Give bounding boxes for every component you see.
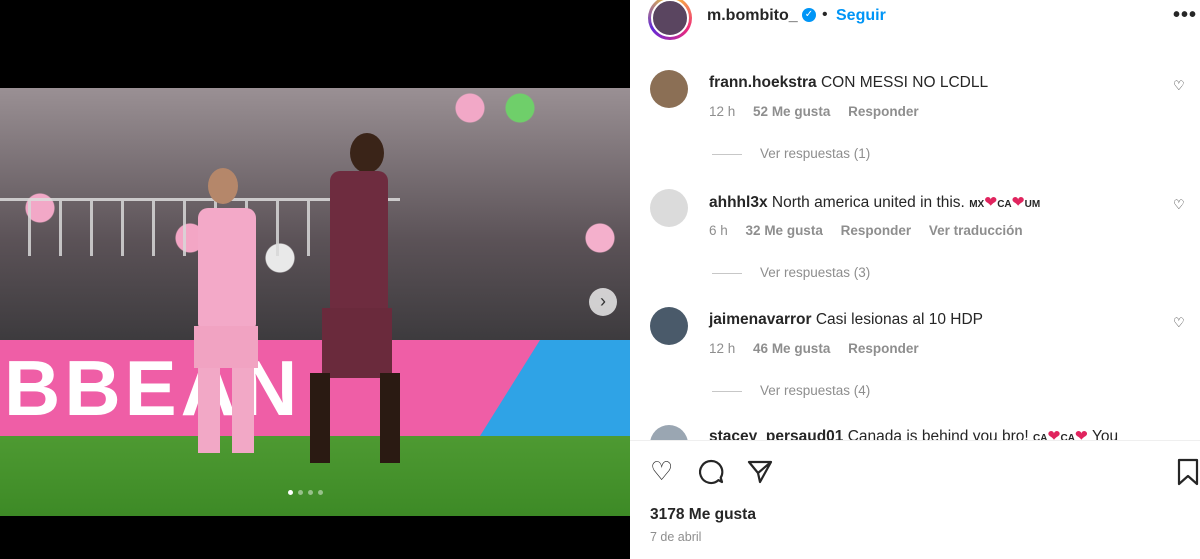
chevron-right-icon: › <box>600 291 606 311</box>
view-replies-label: Ver respuestas (3) <box>760 265 871 280</box>
commenter-username[interactable]: frann.hoekstra <box>709 74 817 91</box>
reply-button[interactable]: Responder <box>848 341 919 356</box>
carousel-dot <box>318 490 323 495</box>
follow-button[interactable]: Seguir <box>836 7 886 25</box>
header-separator: • <box>822 6 828 23</box>
carousel-dot <box>288 490 293 495</box>
post-sidebar: m.bombito_ ✓ • Seguir ••• frann.hoekstra… <box>630 0 1200 559</box>
comment-text: frann.hoekstra CON MESSI NO LCDLL <box>709 74 988 92</box>
flag-emoji: CA <box>1060 433 1075 440</box>
more-options-icon[interactable]: ••• <box>1173 4 1197 27</box>
comment-like-icon[interactable]: ♡ <box>1173 78 1185 94</box>
reply-button[interactable]: Responder <box>848 104 919 119</box>
author-avatar[interactable] <box>648 0 692 40</box>
view-replies-button[interactable]: Ver respuestas (1) <box>712 146 870 161</box>
comment-bubble-icon[interactable] <box>697 458 725 490</box>
translate-button[interactable]: Ver traducción <box>929 223 1023 238</box>
comment-meta: 12 h 46 Me gusta Responder <box>709 341 933 356</box>
view-replies-label: Ver respuestas (1) <box>760 146 871 161</box>
comment-text: stacey_persaud01 Canada is behind you br… <box>709 427 1118 440</box>
paper-plane-icon[interactable] <box>746 458 774 490</box>
carousel-dot <box>298 490 303 495</box>
commenter-avatar[interactable] <box>650 307 688 345</box>
commenter-avatar[interactable] <box>650 70 688 108</box>
comment-time: 12 h <box>709 104 736 119</box>
view-replies-label: Ver respuestas (4) <box>760 383 871 398</box>
post-photo[interactable]: BBEAN <box>0 88 630 516</box>
comment-body: North america united in this. <box>771 194 965 211</box>
post-media-area: BBEAN › <box>0 0 630 559</box>
heart-outline-icon[interactable]: ♡ <box>650 458 673 484</box>
comment-likes[interactable]: 32 Me gusta <box>746 223 823 238</box>
commenter-avatar[interactable] <box>650 425 688 440</box>
post-header: m.bombito_ ✓ • Seguir ••• <box>630 0 1200 42</box>
red-heart-icon: ❤ <box>1074 428 1088 440</box>
comment-meta: 6 h 32 Me gusta Responder Ver traducción <box>709 223 1037 238</box>
red-heart-icon: ❤ <box>984 194 998 211</box>
flag-emoji: UM <box>1024 199 1041 210</box>
comment-time: 12 h <box>709 341 736 356</box>
comment-body: Canada is behind you bro! <box>847 428 1029 440</box>
comment-likes[interactable]: 52 Me gusta <box>753 104 830 119</box>
bookmark-icon[interactable] <box>1176 458 1200 490</box>
comment-text: ahhhl3x North america united in this. MX… <box>709 193 1040 212</box>
post-date: 7 de abril <box>650 530 702 544</box>
player-pink-kit <box>190 168 265 468</box>
comment-likes[interactable]: 46 Me gusta <box>753 341 830 356</box>
reply-button[interactable]: Responder <box>841 223 912 238</box>
player-maroon-kit <box>300 133 410 468</box>
red-heart-icon: ❤ <box>1011 194 1025 211</box>
comment-time: 6 h <box>709 223 728 238</box>
view-replies-button[interactable]: Ver respuestas (3) <box>712 265 870 280</box>
next-slide-button[interactable]: › <box>589 288 617 316</box>
comment-body-continued: You <box>1091 428 1119 440</box>
comment-meta: 12 h 52 Me gusta Responder <box>709 104 933 119</box>
flag-emoji: CA <box>997 199 1012 210</box>
author-username[interactable]: m.bombito_ <box>707 7 798 25</box>
comment-like-icon[interactable]: ♡ <box>1173 315 1185 331</box>
view-replies-button[interactable]: Ver respuestas (4) <box>712 383 870 398</box>
comment-like-icon[interactable]: ♡ <box>1173 197 1185 213</box>
carousel-indicator <box>288 490 323 495</box>
commenter-username[interactable]: ahhhl3x <box>709 194 768 211</box>
flag-emoji: CA <box>1033 433 1048 440</box>
commenter-username[interactable]: jaimenavarror <box>709 311 812 328</box>
commenter-username[interactable]: stacey_persaud01 <box>709 428 843 440</box>
comment-item: stacey_persaud01 Canada is behind you br… <box>630 425 1200 440</box>
carousel-dot <box>308 490 313 495</box>
post-likes-count[interactable]: 3178 Me gusta <box>650 506 756 524</box>
red-heart-icon: ❤ <box>1047 428 1061 440</box>
comment-text: jaimenavarror Casi lesionas al 10 HDP <box>709 311 983 329</box>
comment-body: Casi lesionas al 10 HDP <box>815 311 983 328</box>
flag-emoji: MX <box>969 199 985 210</box>
commenter-avatar[interactable] <box>650 189 688 227</box>
verified-badge-icon: ✓ <box>802 8 816 22</box>
comment-body: CON MESSI NO LCDLL <box>820 74 989 91</box>
post-action-bar: ♡ <box>630 440 1200 501</box>
